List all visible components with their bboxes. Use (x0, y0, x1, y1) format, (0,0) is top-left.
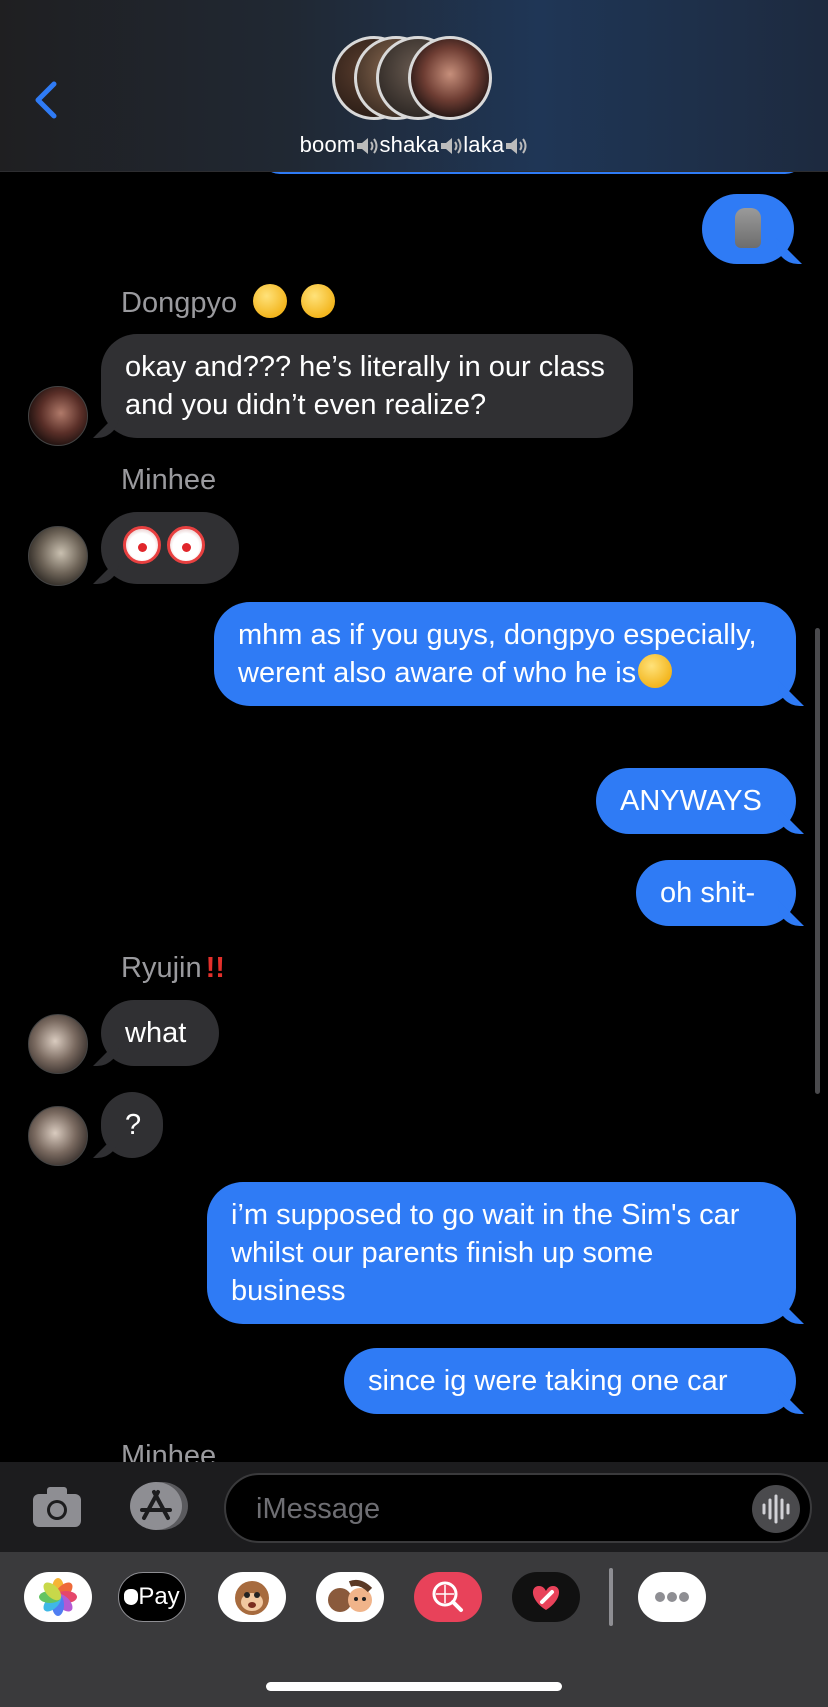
digital-touch-icon[interactable] (512, 1572, 580, 1622)
message-bubble-incoming[interactable]: okay and??? he’s literally in our class … (101, 334, 633, 438)
conversation-header: boom shaka laka (0, 0, 828, 172)
app-drawer: Pay (0, 1552, 828, 1707)
message-bubble-outgoing[interactable]: ANYWAYS (596, 768, 796, 834)
imessage-input[interactable] (224, 1473, 812, 1543)
group-avatars[interactable] (332, 36, 502, 120)
sender-name: Minhee (121, 464, 217, 496)
double-exclamation-emoji: !! (205, 952, 225, 984)
group-name[interactable]: boom shaka laka (0, 132, 828, 158)
message-text-field[interactable] (256, 1487, 696, 1531)
message-bubble-outgoing[interactable]: i’m supposed to go wait in the Sim's car… (207, 1182, 796, 1324)
message-bubble-incoming[interactable]: what (101, 1000, 219, 1066)
camera-icon[interactable] (30, 1484, 84, 1530)
app-store-icon[interactable] (124, 1480, 190, 1532)
avatar (408, 36, 492, 120)
audio-message-icon[interactable] (752, 1485, 800, 1533)
clown-emoji (167, 526, 205, 564)
yum-face-emoji (301, 284, 336, 318)
apple-logo-icon (124, 1589, 139, 1605)
message-bubble-outgoing[interactable]: mhm as if you guys, dongpyo especially, … (214, 602, 796, 706)
search-images-icon[interactable] (414, 1572, 482, 1622)
speaker-icon (441, 138, 462, 154)
neutral-face-emoji (638, 654, 673, 688)
avatar[interactable] (28, 386, 88, 446)
sender-name: Ryujin!! (121, 952, 225, 984)
avatar[interactable] (28, 526, 88, 586)
divider (609, 1568, 613, 1626)
avatar[interactable] (28, 1014, 88, 1074)
message-thread[interactable]: Dongpyo okay and??? he’s literally in ou… (0, 172, 828, 1462)
avatar[interactable] (28, 1106, 88, 1166)
message-bubble-incoming[interactable] (101, 512, 239, 584)
sender-name: Dongpyo (121, 284, 336, 320)
compose-bar (0, 1462, 828, 1552)
home-indicator[interactable] (266, 1682, 562, 1691)
message-bubble-outgoing[interactable] (702, 194, 794, 264)
message-bubble-outgoing[interactable]: oh shit- (636, 860, 796, 926)
message-bubble-incoming[interactable]: ? (101, 1092, 163, 1158)
yum-face-emoji (253, 284, 288, 318)
clown-emoji (123, 526, 161, 564)
speaker-icon (357, 138, 378, 154)
memoji-icon[interactable] (316, 1572, 384, 1622)
more-icon[interactable] (638, 1572, 706, 1622)
scroll-indicator[interactable] (815, 628, 820, 1094)
apple-pay-icon[interactable]: Pay (118, 1572, 186, 1622)
speaker-icon (506, 138, 527, 154)
sender-name: Minhee (121, 1440, 217, 1462)
message-bubble-outgoing[interactable]: since ig were taking one car (344, 1348, 796, 1414)
photos-icon[interactable] (24, 1572, 92, 1622)
back-chevron-icon[interactable] (30, 78, 66, 122)
animoji-icon[interactable] (218, 1572, 286, 1622)
message-bubble-partial (260, 172, 805, 174)
moai-emoji (735, 208, 761, 248)
